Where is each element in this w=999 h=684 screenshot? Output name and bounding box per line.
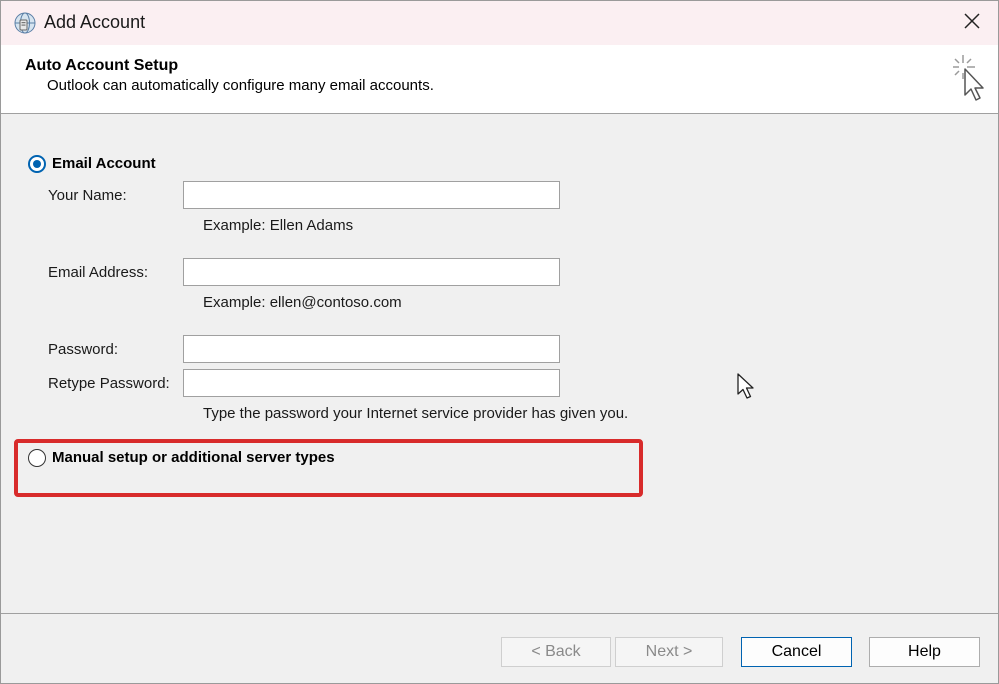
retype-password-label: Retype Password:	[48, 375, 170, 392]
back-button[interactable]: < Back	[501, 637, 611, 667]
password-input[interactable]	[183, 335, 560, 363]
header-panel: Auto Account Setup Outlook can automatic…	[1, 45, 998, 113]
cancel-button[interactable]: Cancel	[741, 637, 852, 667]
your-name-hint: Example: Ellen Adams	[203, 217, 354, 234]
password-label: Password:	[48, 341, 119, 358]
footer-divider	[1, 613, 998, 614]
email-account-label[interactable]: Email Account	[52, 155, 160, 172]
manual-setup-highlight	[14, 439, 643, 497]
page-title: Auto Account Setup	[25, 57, 179, 74]
manual-setup-label[interactable]: Manual setup or additional server types	[52, 449, 354, 466]
help-button[interactable]: Help	[869, 637, 980, 667]
password-hint: Type the password your Internet service …	[203, 405, 629, 422]
email-address-input[interactable]	[183, 258, 560, 286]
email-account-radio[interactable]	[28, 155, 46, 173]
next-button[interactable]: Next >	[615, 637, 723, 667]
close-button[interactable]	[945, 1, 998, 45]
retype-password-input[interactable]	[183, 369, 560, 397]
wizard-cursor-icon	[947, 51, 987, 103]
your-name-label: Your Name:	[48, 187, 127, 204]
email-address-hint: Example: ellen@contoso.com	[203, 294, 402, 311]
mouse-pointer-icon	[737, 373, 757, 401]
your-name-input[interactable]	[183, 181, 560, 209]
title-bar: Add Account	[1, 1, 998, 45]
email-address-label: Email Address:	[48, 264, 149, 281]
add-account-dialog: Add Account Auto Account Setup Outlook c…	[0, 0, 999, 684]
close-icon	[963, 12, 981, 35]
header-divider	[1, 113, 998, 114]
window-title: Add Account	[44, 12, 146, 32]
outlook-account-icon	[13, 11, 37, 35]
manual-setup-radio[interactable]	[28, 449, 46, 467]
page-subtitle: Outlook can automatically configure many…	[47, 77, 434, 94]
